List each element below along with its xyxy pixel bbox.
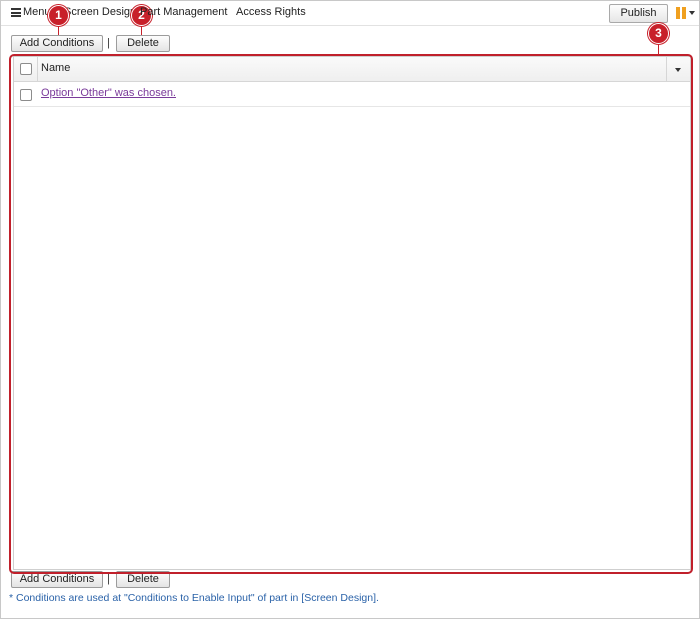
menu-item-screen-design[interactable]: Screen Design	[64, 6, 136, 18]
add-conditions-button[interactable]: Add Conditions	[11, 35, 103, 52]
footnote-text: * Conditions are used at "Conditions to …	[9, 592, 379, 604]
callout-badge-1: 1	[48, 5, 69, 26]
column-menu-button[interactable]	[666, 57, 691, 81]
menu-item-access-rights[interactable]: Access Rights	[236, 6, 306, 18]
delete-button-bottom[interactable]: Delete	[116, 571, 170, 588]
window-frame: Menu Screen Design Part Management Acces…	[0, 0, 700, 619]
menu-item-part-management[interactable]: Part Management	[140, 6, 227, 18]
conditions-list: Name Option "Other" was chosen.	[13, 56, 691, 570]
toolbar-separator: |	[107, 37, 110, 49]
menu-list-icon[interactable]	[11, 8, 21, 17]
list-header: Name	[14, 57, 690, 82]
chevron-down-icon[interactable]	[689, 11, 695, 15]
condition-name-link[interactable]: Option "Other" was chosen.	[41, 87, 176, 99]
pause-icon[interactable]	[676, 7, 687, 19]
select-all-checkbox[interactable]	[20, 63, 32, 75]
add-conditions-button-bottom[interactable]: Add Conditions	[11, 571, 103, 588]
row-checkbox[interactable]	[20, 89, 32, 101]
column-header-name[interactable]: Name	[41, 62, 70, 74]
table-row: Option "Other" was chosen.	[14, 82, 690, 107]
top-menu-bar: Menu Screen Design Part Management Acces…	[1, 1, 699, 26]
toolbar-separator-bottom: |	[107, 573, 110, 585]
select-all-cell	[14, 57, 38, 81]
menu-item-menu[interactable]: Menu	[23, 6, 51, 18]
delete-button[interactable]: Delete	[116, 35, 170, 52]
chevron-down-icon	[675, 68, 681, 72]
publish-button[interactable]: Publish	[609, 4, 668, 23]
callout-badge-3: 3	[648, 23, 669, 44]
